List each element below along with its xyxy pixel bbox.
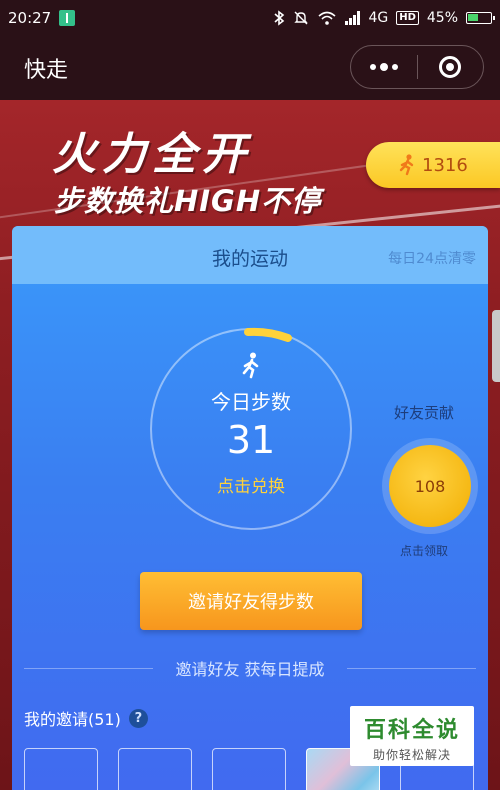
help-icon[interactable]: ? (128, 708, 148, 728)
today-steps-value: 31 (226, 418, 276, 462)
exchange-link[interactable]: 点击兑换 (148, 472, 354, 497)
banner-subline: 步数换礼HIGH不停 (54, 184, 322, 218)
my-invites: 我的邀请(51) ? (24, 706, 148, 730)
points-button[interactable]: 1316 (366, 142, 500, 188)
reset-note: 每日24点清零 (388, 251, 476, 267)
overlay-layer: 火力全开 步数换礼HIGH不停 1316 我的运动 每日24点清零 今日步数 3… (0, 0, 500, 790)
today-steps-label: 今日步数 (211, 390, 291, 414)
points-value: 1316 (422, 154, 468, 176)
steps-ring[interactable]: 今日步数 31 点击兑换 (148, 326, 354, 532)
coin-value: 108 (389, 445, 471, 527)
invite-slot[interactable] (118, 748, 192, 790)
invite-slot[interactable] (212, 748, 286, 790)
watermark-title: 百科全说 (363, 718, 460, 743)
invite-divider-text: 邀请好友 获每日提成 (175, 660, 325, 679)
banner-headline: 火力全开 (52, 129, 252, 180)
ring-content: 今日步数 31 点击兑换 (148, 326, 354, 532)
watermark-subtitle: 助你轻松解决 (372, 748, 451, 762)
my-invites-label: 我的邀请(51) (24, 710, 121, 729)
divider-line (24, 667, 154, 669)
runner-icon (399, 154, 414, 176)
card-header: 我的运动 每日24点清零 (12, 226, 488, 284)
side-handle[interactable] (492, 310, 500, 382)
invite-divider: 邀请好友 获每日提成 (24, 656, 476, 680)
friend-contribution-coin[interactable]: 108 (382, 438, 478, 534)
watermark-logo: 百科全说 助你轻松解决 (350, 706, 474, 766)
friend-contribution-title: 好友贡献 (394, 404, 455, 422)
invite-slot[interactable] (24, 748, 98, 790)
claim-label[interactable]: 点击领取 (400, 542, 448, 559)
runner-icon (242, 352, 259, 379)
invite-friends-button[interactable]: 邀请好友得步数 (140, 572, 362, 630)
divider-line (346, 667, 476, 669)
